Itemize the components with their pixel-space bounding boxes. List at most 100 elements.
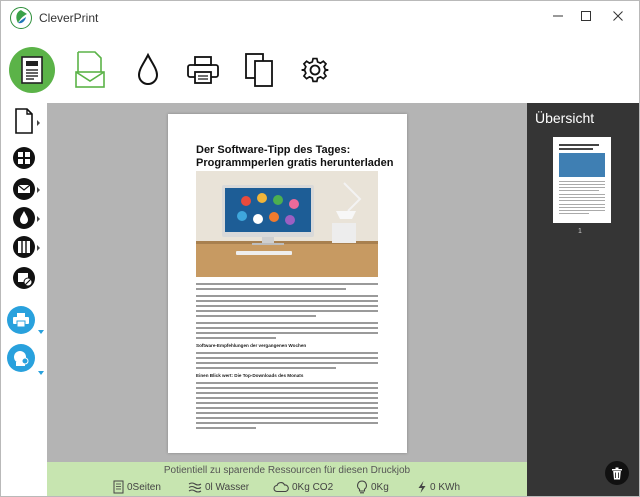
text-line <box>196 367 336 369</box>
savings-pages: 0Seiten <box>113 479 161 495</box>
maximize-icon <box>581 11 591 21</box>
main-toolbar <box>1 35 639 103</box>
minimize-icon <box>553 15 563 17</box>
text-line <box>196 417 378 419</box>
stamp-caret-icon[interactable] <box>38 371 44 375</box>
sb-image-button[interactable] <box>9 264 39 292</box>
text-line <box>196 295 378 297</box>
text-line <box>196 337 276 339</box>
thumb-line <box>559 204 605 205</box>
document-title: Der Software-Tipp des Tages: Programmper… <box>196 144 394 169</box>
savings-energy: 0 KWh <box>417 479 460 495</box>
text-line <box>196 392 378 394</box>
thumb-line <box>559 197 605 198</box>
title-bar: CleverPrint <box>1 1 639 35</box>
text-line <box>196 412 378 414</box>
maximize-button[interactable] <box>573 5 599 27</box>
ink-drop-icon <box>137 52 159 85</box>
text-line <box>196 427 256 429</box>
print-preview-area: Der Software-Tipp des Tages: Programmper… <box>47 103 527 462</box>
drop-icon <box>13 207 35 229</box>
savings-co2-value: 0Kg CO2 <box>292 481 334 493</box>
grid-icon <box>13 147 35 169</box>
text-line <box>196 322 378 324</box>
document-subheading-1: Software-Empfehlungen der vergangenen Wo… <box>196 343 307 348</box>
thumb-line <box>559 184 605 185</box>
mail-arrow-icon <box>37 187 40 193</box>
printer-icon <box>13 313 29 328</box>
close-button[interactable] <box>605 5 631 27</box>
savings-material: 0Kg <box>356 479 389 495</box>
savings-material-value: 0Kg <box>371 481 389 493</box>
savings-water-value: 0l Wasser <box>205 481 250 493</box>
text-line <box>196 315 316 317</box>
tb-ink-button[interactable] <box>126 42 170 98</box>
sb-mail-button[interactable] <box>9 175 39 203</box>
sb-layout-button[interactable] <box>9 144 39 172</box>
text-line <box>196 327 378 329</box>
sb-page-button[interactable] <box>9 107 39 135</box>
lightbulb-icon <box>357 480 367 494</box>
text-line <box>196 382 378 384</box>
tb-settings-button[interactable] <box>293 42 337 98</box>
thumb-line <box>559 200 605 201</box>
sb-columns-button[interactable] <box>9 233 39 261</box>
sb-ink-button[interactable] <box>9 204 39 232</box>
page-icon <box>15 108 33 134</box>
text-line <box>196 422 378 424</box>
savings-title: Potientiell zu sparende Ressourcen für d… <box>163 465 411 476</box>
trash-icon <box>612 467 622 479</box>
thumbnail-page-number: 1 <box>578 228 582 235</box>
savings-bar: Potientiell zu sparende Ressourcen für d… <box>47 462 527 496</box>
text-line <box>196 402 378 404</box>
sb-printer-button[interactable] <box>7 306 35 334</box>
app-window: CleverPrint Der Software-Tipp des Tages:… <box>0 0 640 497</box>
columns-icon <box>13 236 35 258</box>
savings-pages-value: 0Seiten <box>127 481 161 493</box>
minimize-button[interactable] <box>545 5 571 27</box>
cleverprint-logo-icon <box>10 7 32 29</box>
left-sidebar <box>1 103 47 496</box>
columns-arrow-icon <box>37 245 40 251</box>
page-thumbnail[interactable] <box>553 137 611 223</box>
thumb-line <box>559 194 605 195</box>
thumb-image-icon <box>559 153 605 177</box>
savings-co2: 0Kg CO2 <box>273 479 333 495</box>
text-line <box>196 300 378 302</box>
overview-panel: Übersicht 1 <box>527 103 639 496</box>
cloud-icon <box>273 482 289 493</box>
thumb-line <box>559 190 599 191</box>
savings-energy-value: 0 KWh <box>430 481 461 493</box>
email-icon <box>75 51 105 88</box>
sb-stamp-button[interactable] <box>7 344 35 372</box>
app-title: CleverPrint <box>39 11 99 25</box>
tb-print-button[interactable] <box>181 42 225 98</box>
text-line <box>196 283 378 285</box>
document-subheading-2: Einen Blick wert: Die Top-Downloads des … <box>196 373 304 378</box>
water-waves-icon <box>188 482 202 493</box>
tb-copies-button[interactable] <box>237 42 281 98</box>
tb-email-button[interactable] <box>68 42 112 98</box>
close-icon <box>613 11 623 21</box>
printer-caret-icon[interactable] <box>38 330 44 334</box>
page-arrow-icon <box>37 120 40 126</box>
stamp-icon <box>14 351 29 366</box>
tb-document-button[interactable] <box>9 47 55 93</box>
text-line <box>196 332 378 334</box>
thumb-line <box>559 213 589 214</box>
printer-icon <box>187 56 219 84</box>
text-line <box>196 305 378 307</box>
delete-button[interactable] <box>605 461 629 485</box>
document-icon <box>21 56 43 84</box>
thumb-line <box>559 210 605 211</box>
gear-icon <box>301 57 329 83</box>
savings-water: 0l Wasser <box>188 479 249 495</box>
document-image-icon <box>196 171 378 277</box>
thumb-line <box>559 207 605 208</box>
text-line <box>196 387 378 389</box>
thumb-line <box>559 187 605 188</box>
text-line <box>196 397 378 399</box>
lightning-icon <box>418 481 426 493</box>
overview-title: Übersicht <box>535 110 595 126</box>
mail-icon <box>13 178 35 200</box>
